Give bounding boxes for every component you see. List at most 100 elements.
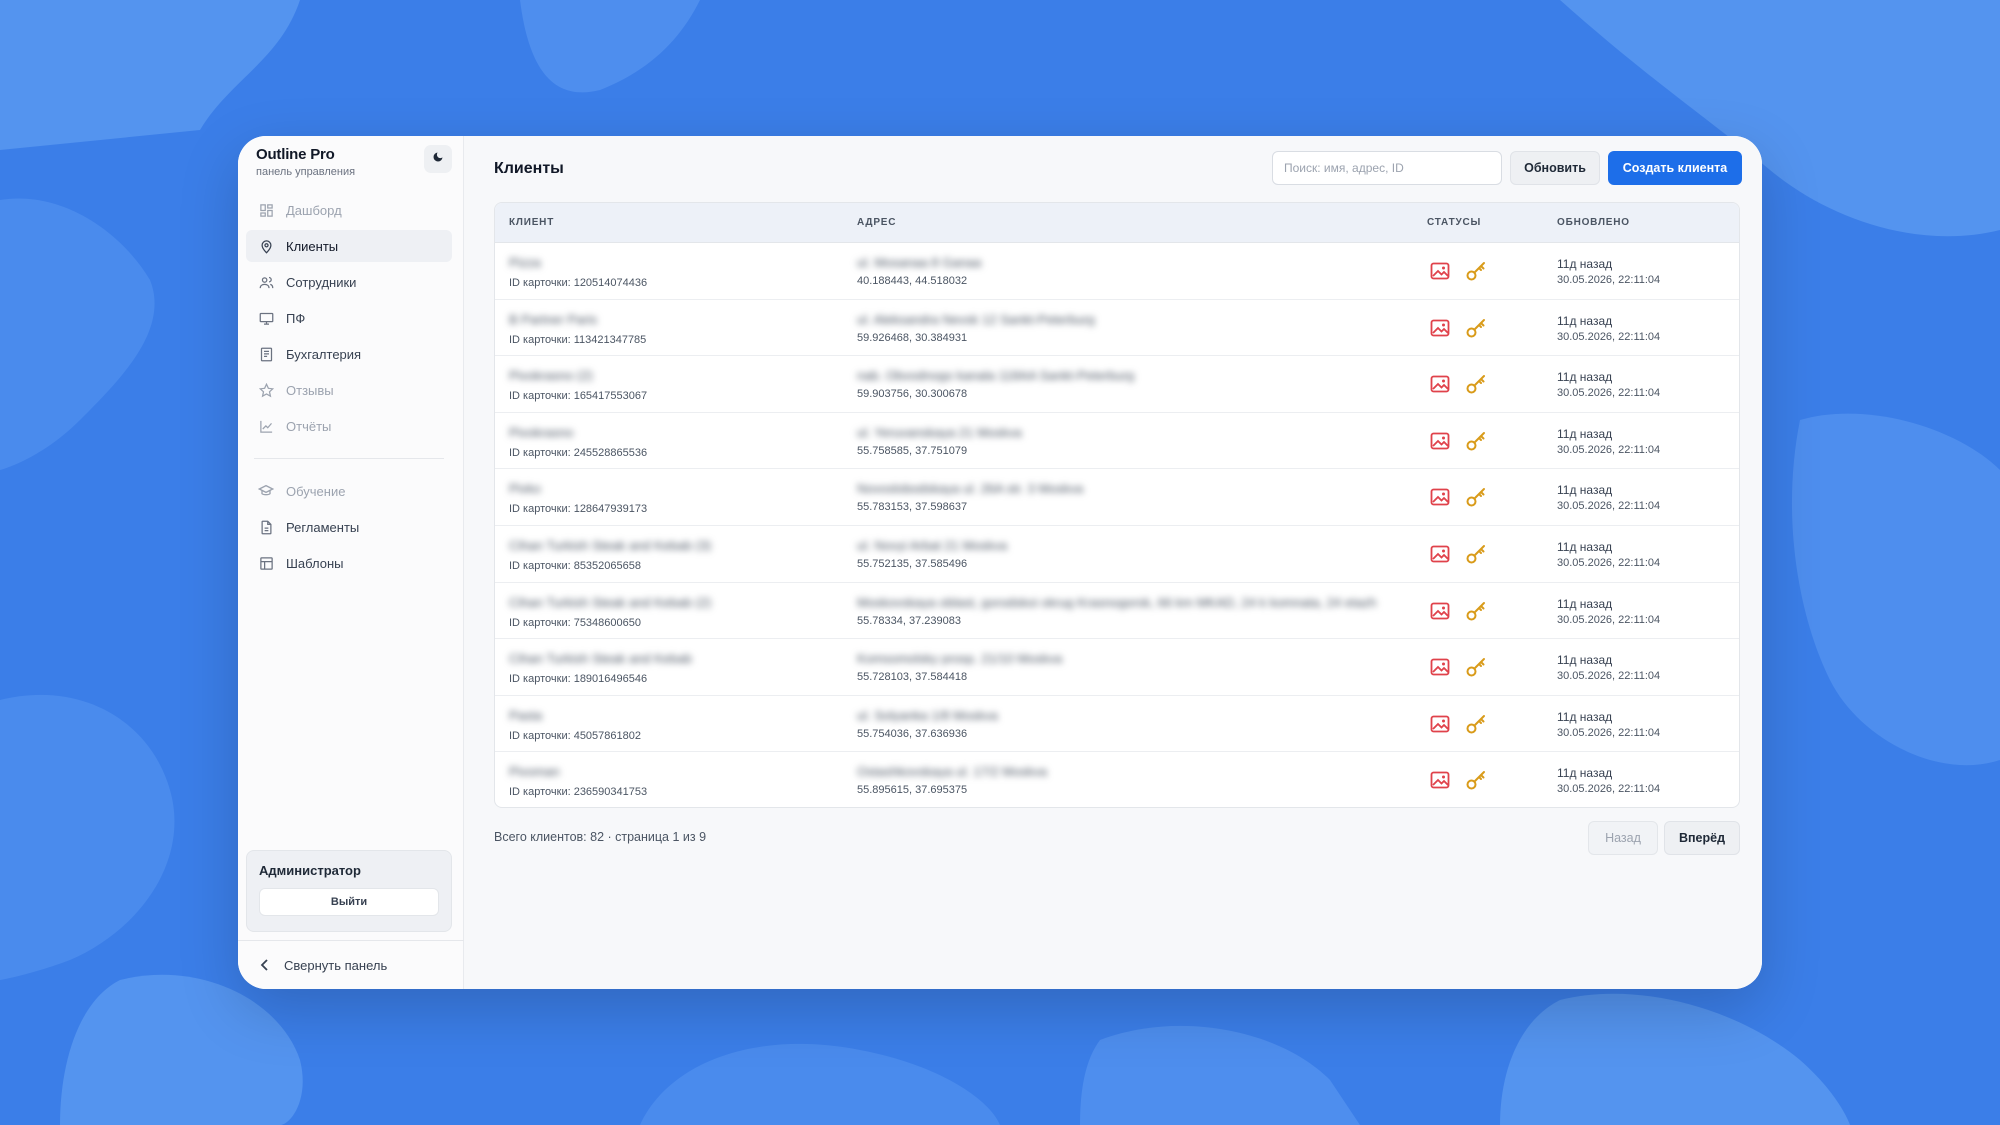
image-status-icon[interactable] — [1430, 771, 1450, 794]
document-icon — [258, 346, 274, 362]
table-row[interactable]: Pivokrasno (2) ID карточки: 165417553067 n… — [495, 356, 1739, 413]
sidebar-item-pf[interactable]: ПФ — [246, 302, 452, 334]
client-address: ul. Yeruvanskaya 21 Moskva — [857, 424, 1022, 439]
table-row[interactable]: B Partner Paris ID карточки: 113421347785… — [495, 300, 1739, 357]
image-status-icon[interactable] — [1430, 658, 1450, 681]
moon-icon — [432, 150, 444, 168]
client-coordinates: 59.903756, 30.300678 — [857, 388, 968, 401]
key-status-icon[interactable] — [1465, 317, 1487, 344]
updated-relative: 11д назад — [1557, 766, 1613, 781]
image-status-icon[interactable] — [1430, 262, 1450, 285]
key-status-icon[interactable] — [1465, 486, 1487, 513]
image-status-icon[interactable] — [1430, 715, 1450, 738]
client-coordinates: 59.926468, 30.384931 — [857, 331, 968, 344]
sidebar-item-reports[interactable]: Отчёты — [246, 410, 452, 442]
client-name: Pivokrasno (2) — [509, 368, 593, 383]
key-status-icon[interactable] — [1465, 373, 1487, 400]
sidebar-item-dashboard[interactable]: Дашборд — [246, 194, 452, 226]
key-status-icon[interactable] — [1465, 600, 1487, 627]
key-status-icon[interactable] — [1465, 543, 1487, 570]
updated-relative: 11д назад — [1557, 483, 1613, 498]
app-window: Outline Pro панель управления Дашборд Кл… — [238, 136, 1762, 989]
client-address: Komsomolsky prosp. 21/10 Moskva — [857, 651, 1063, 666]
table-row[interactable]: Pasta ID карточки: 45057861802 ul. Solyank… — [495, 696, 1739, 753]
image-status-icon[interactable] — [1430, 319, 1450, 342]
client-coordinates: 40.188443, 44.518032 — [857, 275, 968, 287]
key-status-icon[interactable] — [1465, 713, 1487, 740]
key-status-icon[interactable] — [1465, 656, 1487, 683]
table-row[interactable]: Cihan Turkish Steak and Kebab (3) ID карт… — [495, 526, 1739, 583]
sidebar-item-label: Клиенты — [286, 238, 339, 254]
layout-icon — [258, 555, 274, 571]
sidebar-item-label: Бухгалтерия — [286, 346, 362, 362]
table-row[interactable]: Pizza ID карточки: 120514074436 ul. Mosana… — [495, 243, 1739, 300]
column-header-updated[interactable]: ОБНОВЛЕНО — [1557, 217, 1630, 228]
search-input[interactable] — [1272, 151, 1502, 185]
sidebar-item-accounting[interactable]: Бухгалтерия — [246, 338, 452, 370]
collapse-sidebar-button[interactable]: Свернуть панель — [238, 940, 464, 989]
sidebar-item-regulations[interactable]: Регламенты — [246, 511, 452, 543]
card-id: ID карточки: 128647939173 — [509, 503, 648, 516]
updated-relative: 11д назад — [1557, 426, 1613, 441]
sidebar-item-templates[interactable]: Шаблоны — [246, 547, 452, 579]
column-header-statuses[interactable]: СТАТУСЫ — [1427, 217, 1481, 228]
pagination-summary: Всего клиентов: 82 · страница 1 из 9 — [494, 830, 707, 844]
chevron-left-icon — [260, 959, 270, 971]
card-id: ID карточки: 75348600650 — [509, 616, 641, 629]
column-header-client[interactable]: КЛИЕНТ — [509, 217, 554, 228]
client-name: B Partner Paris — [509, 311, 598, 326]
sidebar-item-employees[interactable]: Сотрудники — [246, 266, 452, 298]
client-address: ul. Aleksandra Nevsk 12 Sankt-Peterburg — [857, 311, 1095, 326]
image-status-icon[interactable] — [1430, 488, 1450, 511]
brand: Outline Pro панель управления — [256, 146, 355, 178]
column-header-address[interactable]: АДРЕС — [857, 217, 896, 228]
card-id: ID карточки: 113421347785 — [509, 333, 647, 346]
client-name: Pivokrasno — [509, 424, 574, 439]
refresh-button[interactable]: Обновить — [1510, 151, 1600, 185]
table-body: Pizza ID карточки: 120514074436 ul. Mosana… — [495, 243, 1739, 807]
client-coordinates: 55.754036, 37.636936 — [857, 727, 968, 740]
sidebar-item-label: Дашборд — [286, 202, 342, 218]
table-row[interactable]: Pivoman ID карточки: 236590341753 Ostashko… — [495, 752, 1739, 807]
table-row[interactable]: Pivko ID карточки: 128647939173 Novoslobod… — [495, 469, 1739, 526]
key-status-icon[interactable] — [1465, 260, 1487, 287]
updated-relative: 11д назад — [1557, 313, 1613, 328]
next-page-button[interactable]: Вперёд — [1664, 821, 1740, 855]
image-status-icon[interactable] — [1430, 602, 1450, 625]
updated-relative: 11д назад — [1557, 653, 1613, 668]
client-name: Pivoman — [509, 764, 560, 779]
file-text-icon — [258, 519, 274, 535]
sidebar-item-label: Отчёты — [286, 418, 332, 434]
collapse-label: Свернуть панель — [284, 957, 388, 973]
key-status-icon[interactable] — [1465, 430, 1487, 457]
updated-timestamp: 30.05.2026, 22:11:04 — [1557, 330, 1661, 343]
table-row[interactable]: Pivokrasno ID карточки: 245528865536 ul. Y… — [495, 413, 1739, 470]
client-name: Cihan Turkish Steak and Kebab (3) — [509, 537, 712, 552]
theme-toggle-button[interactable] — [424, 145, 452, 173]
sidebar-item-label: ПФ — [286, 310, 306, 326]
updated-relative: 11д назад — [1557, 709, 1613, 724]
mouse-cursor-icon — [1757, 974, 1762, 989]
client-address: Ostashkovskaya ul. 17/2 Moskva — [857, 764, 1048, 779]
client-coordinates: 55.783153, 37.598637 — [857, 501, 968, 514]
table-row[interactable]: Cihan Turkish Steak and Kebab ID карточки… — [495, 639, 1739, 696]
sidebar-item-reviews[interactable]: Отзывы — [246, 374, 452, 406]
sidebar-item-clients[interactable]: Клиенты — [246, 230, 452, 262]
image-status-icon[interactable] — [1430, 432, 1450, 455]
prev-page-button[interactable]: Назад — [1588, 821, 1658, 855]
table-row[interactable]: Cihan Turkish Steak and Kebab (2) ID карт… — [495, 583, 1739, 640]
image-status-icon[interactable] — [1430, 545, 1450, 568]
sidebar-item-training[interactable]: Обучение — [246, 475, 452, 507]
card-id: ID карточки: 120514074436 — [509, 277, 648, 289]
card-id: ID карточки: 45057861802 — [509, 729, 641, 742]
client-name: Pivko — [509, 481, 541, 496]
logout-button[interactable]: Выйти — [259, 888, 439, 916]
client-address: ul. Solyanka 1/8 Moskva — [857, 707, 998, 722]
create-client-button[interactable]: Создать клиента — [1608, 151, 1742, 185]
client-coordinates: 55.758585, 37.751079 — [857, 444, 968, 457]
client-name: Pasta — [509, 707, 543, 722]
image-status-icon[interactable] — [1430, 375, 1450, 398]
key-status-icon[interactable] — [1465, 769, 1487, 796]
updated-timestamp: 30.05.2026, 22:11:04 — [1557, 613, 1661, 626]
sidebar-item-label: Регламенты — [286, 519, 360, 535]
